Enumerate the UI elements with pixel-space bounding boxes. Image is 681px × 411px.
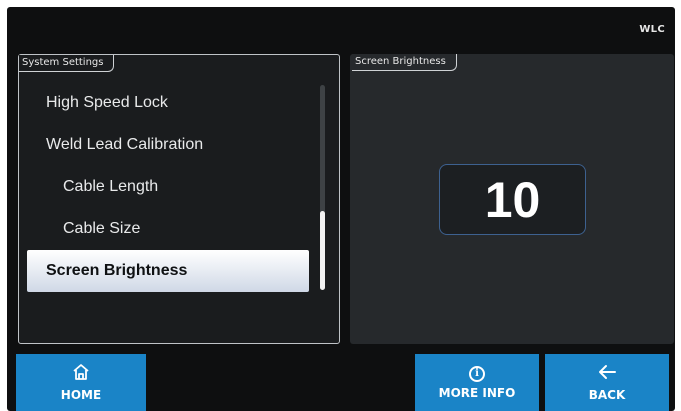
scrollbar-thumb[interactable] xyxy=(320,211,325,290)
home-button[interactable]: HOME xyxy=(16,354,146,411)
panel-title: System Settings xyxy=(19,55,115,72)
scrollbar[interactable] xyxy=(320,85,325,290)
more-info-button[interactable]: i MORE INFO xyxy=(415,354,539,411)
back-button[interactable]: BACK xyxy=(545,354,669,411)
mode-tag: WLC xyxy=(639,24,665,35)
menu-item-screen-brightness[interactable]: Screen Brightness xyxy=(27,250,309,292)
menu-item-cable-size[interactable]: Cable Size xyxy=(27,208,309,250)
screen-brightness-panel: Screen Brightness 10 xyxy=(350,54,674,344)
info-icon: i xyxy=(469,365,485,382)
back-label: BACK xyxy=(588,388,626,402)
brightness-value[interactable]: 10 xyxy=(439,164,586,235)
system-settings-panel: System Settings High Speed Lock Weld Lea… xyxy=(18,54,340,344)
arrow-left-icon xyxy=(597,363,617,385)
more-info-label: MORE INFO xyxy=(438,385,516,400)
menu-item-weld-lead-calibration[interactable]: Weld Lead Calibration xyxy=(27,124,309,166)
settings-menu: High Speed Lock Weld Lead Calibration Ca… xyxy=(27,82,309,292)
menu-item-high-speed-lock[interactable]: High Speed Lock xyxy=(27,82,309,124)
panel-title: Screen Brightness xyxy=(352,54,457,71)
device-screen: WLC System Settings High Speed Lock Weld… xyxy=(7,7,675,411)
menu-item-cable-length[interactable]: Cable Length xyxy=(27,166,309,208)
home-label: HOME xyxy=(60,388,102,402)
home-icon xyxy=(72,363,90,385)
